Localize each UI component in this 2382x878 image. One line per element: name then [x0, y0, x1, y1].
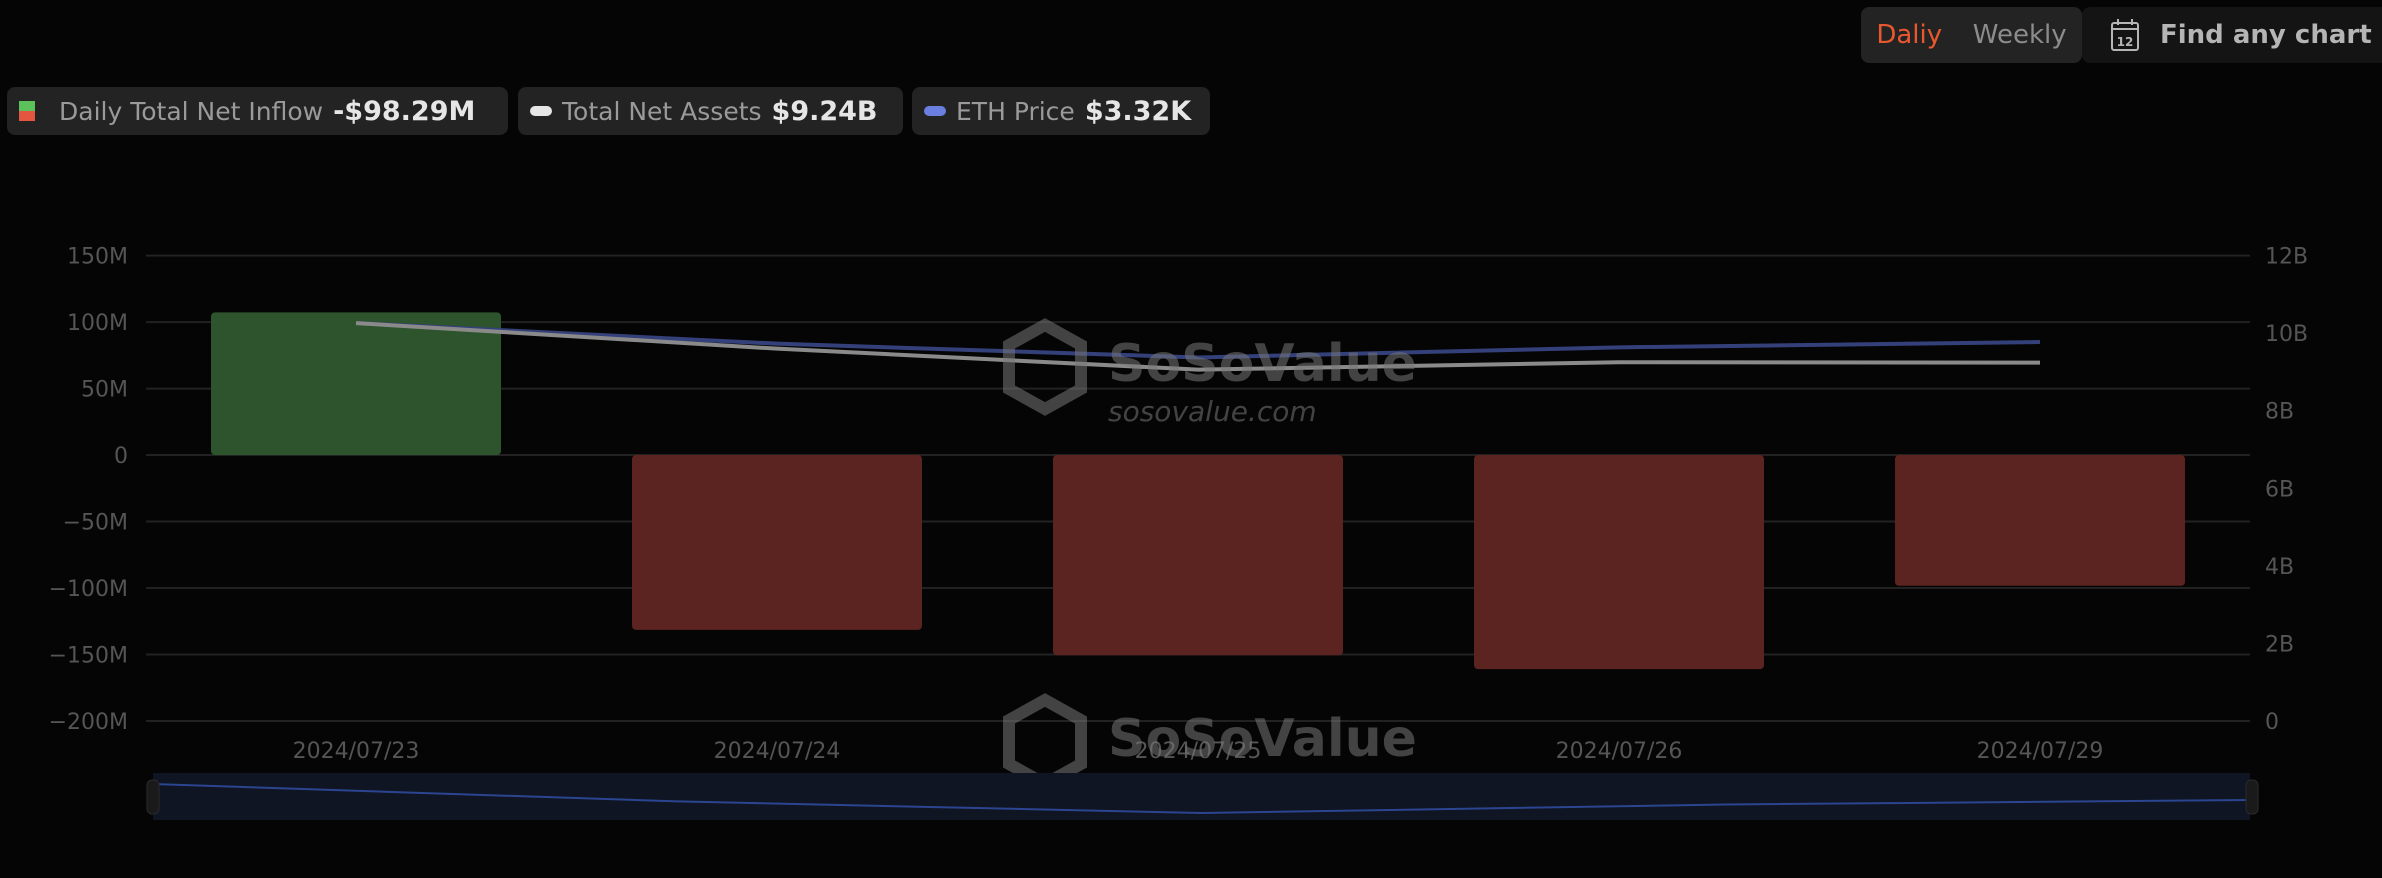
range-navigator[interactable] — [146, 773, 2259, 820]
y-right-tick-label: 8B — [2265, 400, 2294, 425]
y-left-tick-label: −100M — [49, 577, 128, 602]
y-left-tick-label: 0 — [114, 444, 128, 469]
inflow-bar — [1053, 455, 1343, 656]
inflow-bar — [211, 312, 501, 456]
sosovalue-logo: SoSoValuesosovalue.com — [1003, 318, 1417, 428]
x-tick-label: 2024/07/26 — [1556, 739, 1683, 764]
y-right-tick-label: 4B — [2265, 555, 2294, 580]
inflow-bar — [1474, 455, 1764, 670]
watermark-url: sosovalue.com — [1108, 395, 1317, 428]
sosovalue-logo-icon — [1003, 693, 1087, 791]
x-tick-label: 2024/07/29 — [1977, 739, 2104, 764]
y-right-tick-label: 6B — [2265, 477, 2294, 502]
inflow-bar — [1895, 455, 2185, 586]
navigator-left-handle[interactable] — [146, 779, 160, 815]
y-left-tick-label: 50M — [81, 378, 128, 403]
y-right-tick-label: 2B — [2265, 632, 2294, 657]
y-left-tick-label: −50M — [63, 511, 128, 536]
etf-flow-chart: 150M 100M 50M 0 −50M −100M −150M −200M 12B 10B 8B 6… — [49, 245, 2308, 820]
watermark-brand: SoSoValue — [1108, 709, 1417, 769]
y-left-tick-label: 100M — [67, 311, 128, 336]
y-left-tick-label: −150M — [49, 644, 128, 669]
y-left-tick-label: −200M — [49, 710, 128, 735]
x-tick-label: 2024/07/23 — [293, 739, 420, 764]
navigator-right-handle[interactable] — [2245, 779, 2259, 815]
y-left-tick-label: 150M — [67, 245, 128, 270]
watermark-brand: SoSoValue — [1108, 334, 1417, 394]
x-tick-label: 2024/07/24 — [714, 739, 841, 764]
y-right-tick-label: 0 — [2265, 710, 2279, 735]
y-right-tick-label: 12B — [2265, 245, 2308, 270]
y-right-tick-label: 10B — [2265, 322, 2308, 347]
inflow-bar — [632, 455, 922, 630]
sosovalue-logo-icon — [1003, 318, 1087, 416]
